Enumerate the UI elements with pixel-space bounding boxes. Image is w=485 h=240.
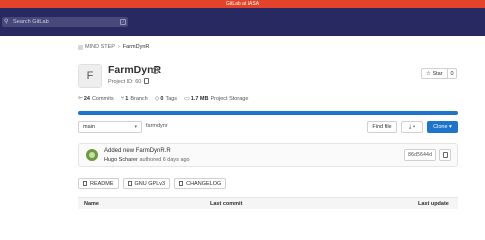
star-button[interactable]: ☆ Star 0 [421, 68, 457, 79]
page-scrollbar[interactable] [466, 36, 485, 209]
sidebar [0, 36, 66, 209]
last-commit-panel: Added new FarmDynR.R Hugo Scharer author… [78, 143, 458, 167]
changelog-button[interactable]: CHANGELOG [174, 178, 227, 189]
group-avatar [78, 44, 83, 50]
search-placeholder: Search GitLab [13, 19, 49, 25]
download-icon: ⤓ ▾ [408, 124, 416, 130]
breadcrumb-project[interactable]: FarmDynR [123, 44, 150, 50]
search-input[interactable]: ⚲ Search GitLab / [2, 17, 128, 27]
branch-dropdown[interactable]: main ▾ [78, 121, 142, 133]
file-icon [127, 181, 132, 186]
tags-link[interactable]: ◇ 0 Tags [154, 95, 177, 103]
commit-meta: Hugo Scharer authored 6 days ago [104, 157, 190, 163]
file-table-header: Name Last commit Last update [78, 197, 458, 209]
copy-icon [443, 152, 448, 158]
storage-icon: ▭ [184, 96, 190, 102]
download-button[interactable]: ⤓ ▾ [401, 121, 423, 133]
readme-button[interactable]: README [78, 178, 119, 189]
file-icon [83, 181, 87, 186]
tag-icon: ◇ [154, 96, 160, 102]
storage-progress-bar [78, 111, 458, 115]
find-file-button[interactable]: Find file [367, 121, 397, 133]
commit-author[interactable]: Hugo Scharer [104, 157, 138, 163]
visibility-globe-icon [152, 67, 159, 74]
main-content: MIND STEP › FarmDynR F FarmDynR Project … [66, 36, 461, 209]
file-buttons: README GNU GPLv3 CHANGELOG [78, 178, 230, 189]
star-label: ☆ Star [426, 70, 443, 77]
column-last-commit: Last commit [210, 201, 243, 207]
project-id: Project ID: 60 [108, 78, 150, 85]
chevron-down-icon: ▾ [134, 124, 137, 130]
copy-sha-button[interactable] [439, 149, 451, 161]
commit-time: authored 6 days ago [139, 157, 190, 163]
column-name: Name [84, 201, 99, 207]
avatar[interactable] [86, 149, 98, 161]
top-banner: GitLab at IASA [0, 0, 485, 8]
search-icon: ⚲ [4, 18, 9, 25]
breadcrumb-group[interactable]: MIND STEP [85, 44, 115, 50]
project-id-text: Project ID: 60 [108, 79, 142, 85]
branch-name: main [83, 124, 95, 130]
chevron-right-icon: › [117, 44, 120, 50]
commit-icon: ⟜ [78, 95, 83, 101]
project-avatar: F [78, 64, 102, 88]
copy-icon[interactable] [144, 78, 150, 84]
star-count[interactable]: 0 [447, 69, 456, 78]
repo-path[interactable]: farmdynr [146, 123, 168, 129]
commits-link[interactable]: ⟜ 24 Commits [78, 95, 114, 102]
search-shortcut-key: / [120, 19, 126, 25]
column-last-update: Last update [418, 201, 449, 207]
commit-title[interactable]: Added new FarmDynR.R [104, 148, 171, 154]
progress-fill [78, 111, 458, 115]
storage-link[interactable]: ▭ 1.7 MB Project Storage [184, 95, 248, 103]
breadcrumb: MIND STEP › FarmDynR [78, 44, 149, 50]
branch-icon: ⑂ [120, 95, 125, 102]
clone-button[interactable]: Clone ▾ [427, 121, 458, 133]
project-stats: ⟜ 24 Commits ⑂ 1 Branch ◇ 0 Tags ▭ 1.7 MB Projec… [78, 95, 255, 102]
branches-link[interactable]: ⑂ 1 Branch [121, 95, 148, 102]
license-button[interactable]: GNU GPLv3 [122, 178, 171, 189]
file-icon [179, 181, 184, 186]
commit-sha[interactable]: 86d5644d [404, 149, 436, 161]
